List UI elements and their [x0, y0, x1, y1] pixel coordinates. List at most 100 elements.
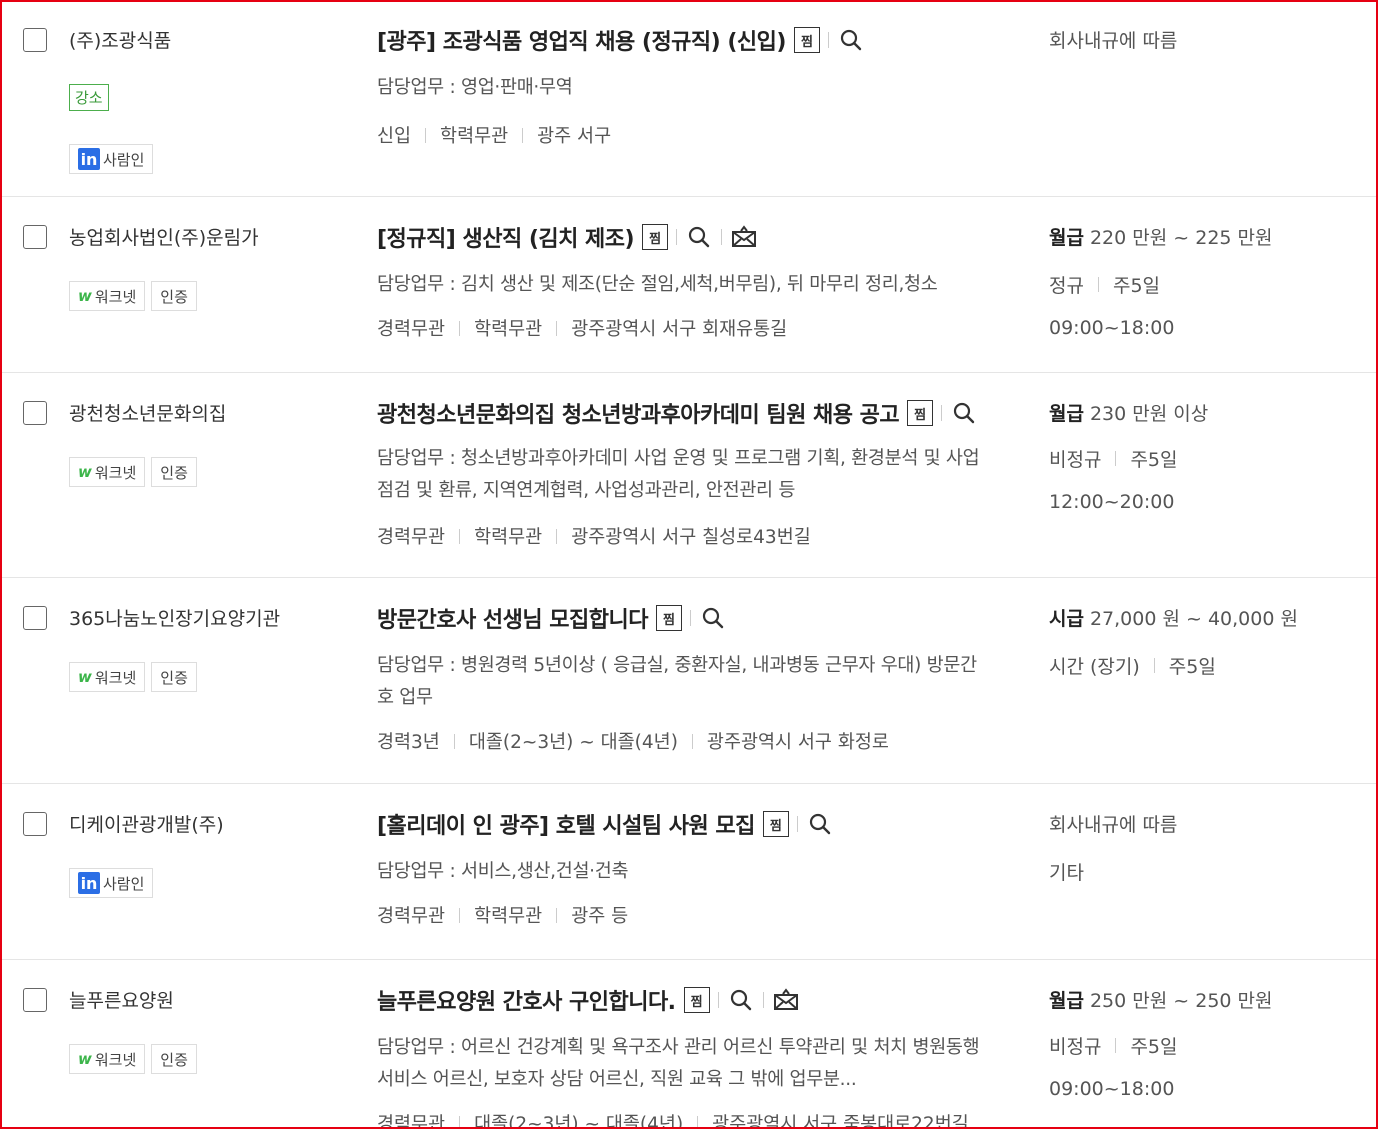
gangso-badge: 강소	[69, 84, 109, 111]
career-req: 경력3년	[377, 732, 440, 753]
select-checkbox[interactable]	[23, 401, 47, 425]
source-label: 워크넷	[94, 1050, 137, 1069]
divider	[689, 610, 691, 626]
scrap-icon[interactable]: 찜	[793, 27, 820, 53]
education-req: 대졸(2~3년) ~ 대졸(4년)	[474, 1114, 684, 1129]
location: 광주광역시 서구 죽봉대로22번길	[712, 1114, 969, 1129]
job-duty: 담당업무 : 영업·판매·무역	[377, 77, 573, 98]
job-meta: 경력무관 학력무관 광주광역시 서구 회재유통길	[377, 315, 787, 341]
work-hours: 09:00~18:00	[1049, 317, 1175, 339]
career-req: 경력무관	[377, 319, 446, 340]
select-checkbox[interactable]	[23, 28, 47, 52]
company-name[interactable]: 늘푸른요양원	[69, 986, 174, 1013]
worknet-badge: w 워크넷	[69, 281, 146, 311]
job-title[interactable]: 광천청소년문화의집 청소년방과후아카데미 팀원 채용 공고	[377, 397, 900, 429]
mail-icon[interactable]	[730, 223, 758, 251]
job-duty: 담당업무 : 서비스,생산,건설·건축	[377, 861, 629, 882]
scrap-icon[interactable]: 찜	[907, 400, 934, 426]
title-line: [광주] 조광식품 영업직 채용 (정규직) (신입) 찜	[377, 24, 865, 56]
pay-info: 회사내규에 따름	[1049, 810, 1177, 837]
work-days: 주5일	[1130, 1036, 1178, 1058]
pay-info: 월급 250 만원 ~ 250 만원	[1049, 986, 1273, 1013]
work-conditions: 시간 (장기) 주5일	[1049, 652, 1216, 679]
work-hours: 09:00~18:00	[1049, 1078, 1175, 1100]
search-icon[interactable]	[685, 223, 713, 251]
job-title[interactable]: 방문간호사 선생님 모집합니다	[377, 602, 648, 634]
cert-badge: 인증	[151, 281, 197, 311]
job-title[interactable]: [홀리데이 인 광주] 호텔 시설팀 사원 모집	[377, 808, 755, 840]
results-frame: (주)조광식품 강소 in 사람인 [광주] 조광식품 영업직 채용 (정규직)…	[0, 0, 1378, 1129]
job-meta: 경력무관 학력무관 광주 등	[377, 902, 628, 928]
location: 광주 등	[571, 906, 629, 927]
location: 광주광역시 서구 회재유통길	[571, 319, 788, 340]
employment-type: 정규	[1049, 275, 1084, 297]
job-title[interactable]: [광주] 조광식품 영업직 채용 (정규직) (신입)	[377, 24, 786, 56]
title-line: [정규직] 생산직 (김치 제조) 찜	[377, 221, 758, 253]
location: 광주 서구	[537, 126, 612, 147]
worknet-badge: w 워크넷	[69, 1044, 146, 1074]
divider	[762, 992, 764, 1008]
career-req: 경력무관	[377, 1114, 446, 1129]
select-checkbox[interactable]	[23, 225, 47, 249]
work-days: 주5일	[1168, 656, 1216, 678]
work-conditions: 기타	[1049, 862, 1084, 884]
pay-text: 27,000 원 ~ 40,000 원	[1089, 608, 1298, 630]
cert-badge: 인증	[151, 662, 197, 692]
pay-text: 220 만원 ~ 225 만원	[1089, 227, 1273, 249]
job-duty: 담당업무 : 김치 생산 및 제조(단순 절임,세척,버무림), 뒤 마무리 정…	[377, 274, 938, 295]
job-duty: 담당업무 : 청소년방과후아카데미 사업 운영 및 프로그램 기획, 환경분석 …	[377, 443, 1037, 507]
pay-info: 월급 220 만원 ~ 225 만원	[1049, 223, 1273, 250]
company-name[interactable]: 광천청소년문화의집	[69, 399, 226, 426]
worknet-logo-icon: w	[78, 287, 92, 305]
job-title[interactable]: [정규직] 생산직 (김치 제조)	[377, 221, 635, 253]
source-badges: in 사람인	[69, 868, 154, 898]
scrap-icon[interactable]: 찜	[642, 224, 669, 250]
education-req: 학력무관	[474, 906, 543, 927]
worknet-logo-icon: w	[78, 668, 92, 686]
job-row: 늘푸른요양원 w 워크넷 인증 늘푸른요양원 간호사 구인합니다. 찜 담당업무…	[2, 960, 1376, 1129]
search-icon[interactable]	[806, 810, 834, 838]
saramin-badge: in 사람인	[69, 144, 154, 174]
scrap-icon[interactable]: 찜	[762, 811, 789, 837]
worknet-badge: w 워크넷	[69, 457, 146, 487]
job-row: 광천청소년문화의집 w 워크넷 인증 광천청소년문화의집 청소년방과후아카데미 …	[2, 373, 1376, 578]
scrap-icon[interactable]: 찜	[683, 987, 710, 1013]
job-title[interactable]: 늘푸른요양원 간호사 구인합니다.	[377, 984, 676, 1016]
title-line: 방문간호사 선생님 모집합니다 찜	[377, 602, 727, 634]
source-label: 워크넷	[94, 668, 137, 687]
divider	[676, 229, 678, 245]
pay-type: 시급	[1049, 608, 1084, 630]
title-line: 늘푸른요양원 간호사 구인합니다. 찜	[377, 984, 800, 1016]
search-icon[interactable]	[950, 399, 978, 427]
company-name[interactable]: 디케이관광개발(주)	[69, 810, 224, 837]
location: 광주광역시 서구 칠성로43번길	[571, 527, 811, 548]
select-checkbox[interactable]	[23, 988, 47, 1012]
select-checkbox[interactable]	[23, 606, 47, 630]
mail-icon[interactable]	[772, 986, 800, 1014]
worknet-logo-icon: w	[78, 1050, 92, 1068]
work-conditions: 비정규 주5일	[1049, 445, 1178, 472]
search-icon[interactable]	[837, 26, 865, 54]
title-line: 광천청소년문화의집 청소년방과후아카데미 팀원 채용 공고 찜	[377, 397, 978, 429]
job-meta: 경력무관 학력무관 광주광역시 서구 칠성로43번길	[377, 523, 811, 549]
job-duty: 담당업무 : 병원경력 5년이상 ( 응급실, 중환자실, 내과병동 근무자 우…	[377, 650, 1037, 714]
source-badges: w 워크넷 인증	[69, 457, 197, 487]
cert-badge: 인증	[151, 457, 197, 487]
select-checkbox[interactable]	[23, 812, 47, 836]
scrap-icon[interactable]: 찜	[655, 605, 682, 631]
education-req: 학력무관	[440, 126, 509, 147]
job-meta: 경력3년 대졸(2~3년) ~ 대졸(4년) 광주광역시 서구 화정로	[377, 728, 889, 754]
job-row: 디케이관광개발(주) in 사람인 [홀리데이 인 광주] 호텔 시설팀 사원 …	[2, 784, 1376, 960]
job-row: 농업회사법인(주)운림가 w 워크넷 인증 [정규직] 생산직 (김치 제조) …	[2, 197, 1376, 373]
worknet-badge: w 워크넷	[69, 662, 146, 692]
worknet-logo-icon: w	[78, 463, 92, 481]
search-icon[interactable]	[727, 986, 755, 1014]
search-icon[interactable]	[699, 604, 727, 632]
employment-type: 비정규	[1049, 449, 1102, 471]
job-meta: 신입 학력무관 광주 서구	[377, 122, 611, 148]
company-name[interactable]: 365나눔노인장기요양기관	[69, 604, 280, 631]
duty-line: 서비스 어르신, 보호자 상담 어르신, 직원 교육 그 밖에 업무분...	[377, 1069, 857, 1090]
duty-line: 담당업무 : 어르신 건강계획 및 욕구조사 관리 어르신 투약관리 및 처치 …	[377, 1037, 980, 1058]
company-name[interactable]: (주)조광식품	[69, 26, 171, 53]
company-name[interactable]: 농업회사법인(주)운림가	[69, 223, 259, 250]
